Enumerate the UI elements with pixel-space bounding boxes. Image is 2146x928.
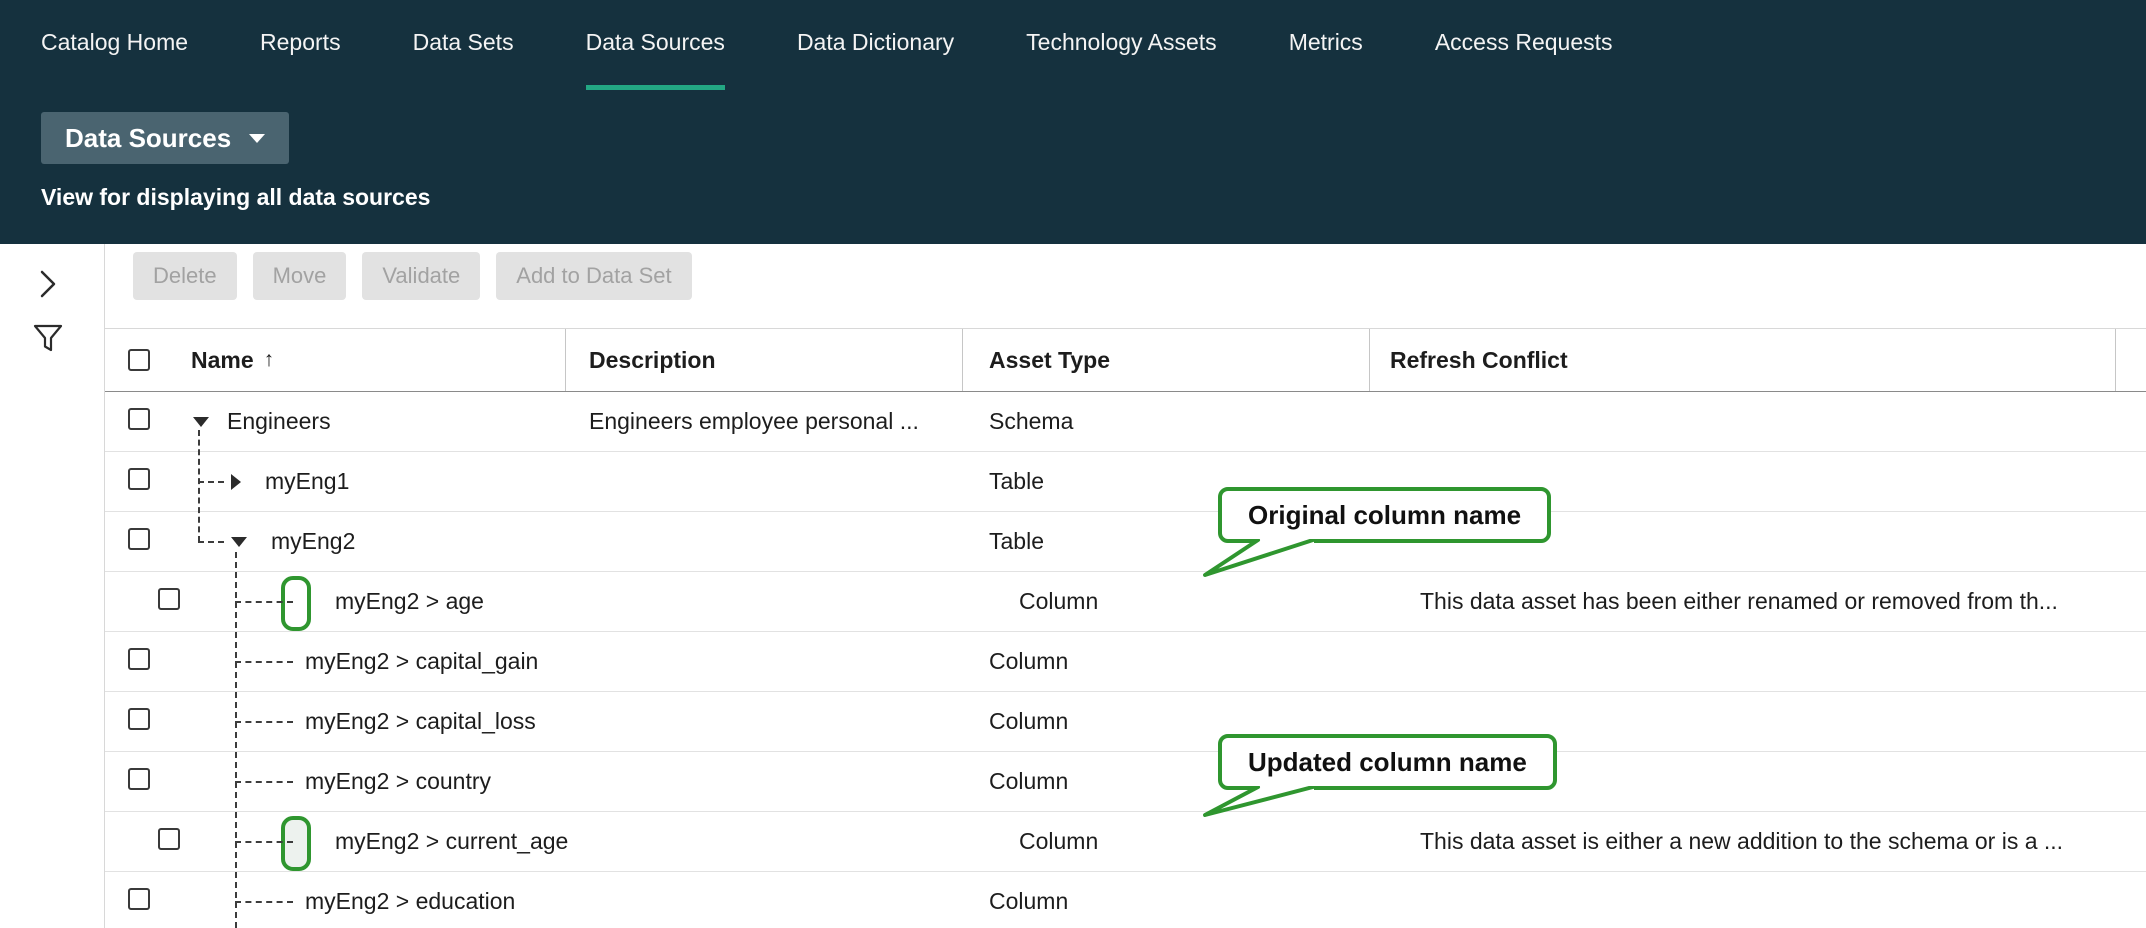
nav-label: Data Sources — [586, 29, 725, 56]
column-header-name[interactable]: Name ↑ — [178, 329, 566, 391]
column-header-label: Refresh Conflict — [1390, 347, 1568, 374]
nav-item-metrics[interactable]: Metrics — [1289, 0, 1363, 90]
page-header: Data Sources View for displaying all dat… — [0, 90, 2146, 244]
row-checkbox[interactable] — [158, 828, 180, 850]
expand-triangle-icon[interactable] — [231, 474, 241, 490]
annotation-callout-updated: Updated column name — [1218, 734, 1557, 790]
asset-name: myEng2 > current_age — [335, 828, 568, 855]
left-rail — [0, 244, 105, 928]
nav-label: Reports — [260, 29, 341, 56]
sort-ascending-icon: ↑ — [264, 348, 275, 372]
filter-funnel-icon[interactable] — [31, 322, 65, 359]
nav-item-reports[interactable]: Reports — [260, 0, 341, 90]
asset-type: Column — [989, 768, 1068, 794]
main-area: Delete Move Validate Add to Data Set Nam… — [0, 244, 2146, 928]
asset-type: Table — [989, 528, 1044, 554]
row-checkbox[interactable] — [128, 528, 150, 550]
collapse-triangle-icon[interactable] — [193, 417, 209, 427]
nav-item-data-sources[interactable]: Data Sources — [586, 0, 725, 90]
table-row-myeng2[interactable]: myEng2 Table — [105, 512, 2146, 572]
move-button[interactable]: Move — [253, 252, 347, 300]
nav-item-catalog-home[interactable]: Catalog Home — [41, 0, 188, 90]
row-checkbox[interactable] — [128, 768, 150, 790]
table-row-myeng1[interactable]: myEng1 Table — [105, 452, 2146, 512]
asset-name: myEng2 > capital_loss — [305, 708, 536, 735]
nav-label: Catalog Home — [41, 29, 188, 56]
column-header-description[interactable]: Description — [566, 329, 963, 391]
asset-name: myEng2 > age — [335, 588, 484, 615]
row-checkbox[interactable] — [128, 708, 150, 730]
row-checkbox[interactable] — [128, 408, 150, 430]
table-body: Engineers Engineers employee personal ..… — [105, 392, 2146, 928]
nav-item-data-dictionary[interactable]: Data Dictionary — [797, 0, 954, 90]
validate-button[interactable]: Validate — [362, 252, 480, 300]
asset-name: myEng2 > education — [305, 888, 515, 915]
column-header-asset-type[interactable]: Asset Type — [963, 329, 1370, 391]
table-row-myeng2-education[interactable]: myEng2 > education Column — [105, 872, 2146, 928]
column-header-refresh-conflict[interactable]: Refresh Conflict — [1370, 329, 2116, 391]
nav-item-data-sets[interactable]: Data Sets — [413, 0, 514, 90]
nav-label: Data Sets — [413, 29, 514, 56]
asset-type: Column — [989, 648, 1068, 674]
asset-name: myEng2 > country — [305, 768, 491, 795]
annotation-text: Updated column name — [1248, 747, 1527, 778]
asset-name: myEng1 — [265, 468, 349, 495]
annotation-callout-original: Original column name — [1218, 487, 1551, 543]
row-checkbox[interactable] — [158, 588, 180, 610]
asset-type: Column — [989, 888, 1068, 914]
column-header-label: Asset Type — [989, 347, 1110, 374]
view-selector-button[interactable]: Data Sources — [41, 112, 289, 164]
nav-label: Data Dictionary — [797, 29, 954, 56]
table-row-myeng2-country[interactable]: myEng2 > country Column — [105, 752, 2146, 812]
top-navigation: Catalog Home Reports Data Sets Data Sour… — [0, 0, 2146, 90]
asset-type: Schema — [989, 408, 1073, 434]
asset-type: Column — [1019, 828, 1098, 854]
asset-name: myEng2 > capital_gain — [305, 648, 538, 675]
bulk-action-toolbar: Delete Move Validate Add to Data Set — [105, 244, 2146, 328]
nav-item-access-requests[interactable]: Access Requests — [1435, 0, 1613, 90]
view-description: View for displaying all data sources — [41, 184, 2146, 211]
asset-name: myEng2 — [271, 528, 355, 555]
table-row-myeng2-capital-gain[interactable]: myEng2 > capital_gain Column — [105, 632, 2146, 692]
data-sources-table-section: Delete Move Validate Add to Data Set Nam… — [105, 244, 2146, 928]
nav-label: Technology Assets — [1026, 29, 1217, 56]
view-selector-label: Data Sources — [65, 123, 231, 154]
table-row-myeng2-capital-loss[interactable]: myEng2 > capital_loss Column — [105, 692, 2146, 752]
row-checkbox[interactable] — [128, 888, 150, 910]
add-to-data-set-button[interactable]: Add to Data Set — [496, 252, 691, 300]
table-row-engineers[interactable]: Engineers Engineers employee personal ..… — [105, 392, 2146, 452]
asset-name: Engineers — [227, 408, 331, 435]
collapse-triangle-icon[interactable] — [231, 537, 247, 547]
table-row-myeng2-age[interactable]: myEng2 > age Column This data asset has … — [105, 572, 2146, 632]
caret-down-icon — [249, 134, 265, 143]
nav-label: Access Requests — [1435, 29, 1613, 56]
column-header-label: Name — [191, 347, 254, 374]
asset-type: Table — [989, 468, 1044, 494]
refresh-conflict-text: This data asset is either a new addition… — [1420, 828, 2063, 854]
nav-label: Metrics — [1289, 29, 1363, 56]
column-header-label: Description — [589, 347, 716, 374]
refresh-conflict-text: This data asset has been either renamed … — [1420, 588, 2058, 614]
expand-panel-chevron-icon[interactable] — [36, 268, 60, 305]
table-header-row: Name ↑ Description Asset Type Refresh Co… — [105, 328, 2146, 392]
delete-button[interactable]: Delete — [133, 252, 237, 300]
row-checkbox[interactable] — [128, 648, 150, 670]
select-all-checkbox[interactable] — [128, 349, 150, 371]
asset-type: Column — [989, 708, 1068, 734]
annotation-text: Original column name — [1248, 500, 1521, 531]
nav-item-technology-assets[interactable]: Technology Assets — [1026, 0, 1217, 90]
table-row-myeng2-current-age[interactable]: myEng2 > current_age Column This data as… — [105, 812, 2146, 872]
asset-type: Column — [1019, 588, 1098, 614]
asset-description: Engineers employee personal ... — [589, 408, 919, 434]
row-checkbox[interactable] — [128, 468, 150, 490]
